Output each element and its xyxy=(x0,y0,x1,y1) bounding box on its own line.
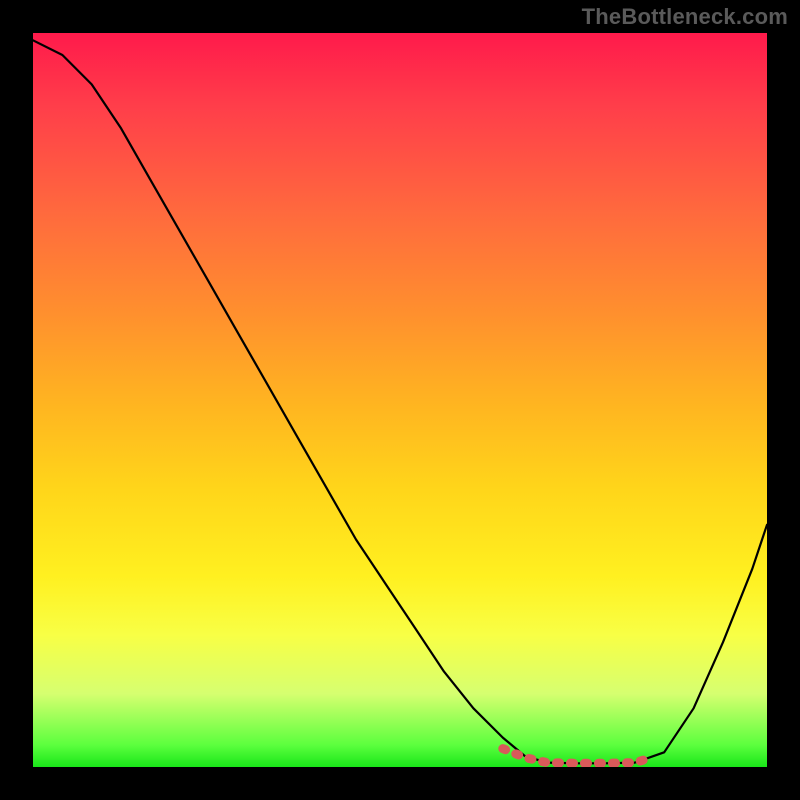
main-curve xyxy=(33,40,767,763)
plot-area xyxy=(33,33,767,767)
curve-svg xyxy=(33,33,767,767)
chart-frame: TheBottleneck.com xyxy=(0,0,800,800)
watermark-text: TheBottleneck.com xyxy=(582,4,788,30)
